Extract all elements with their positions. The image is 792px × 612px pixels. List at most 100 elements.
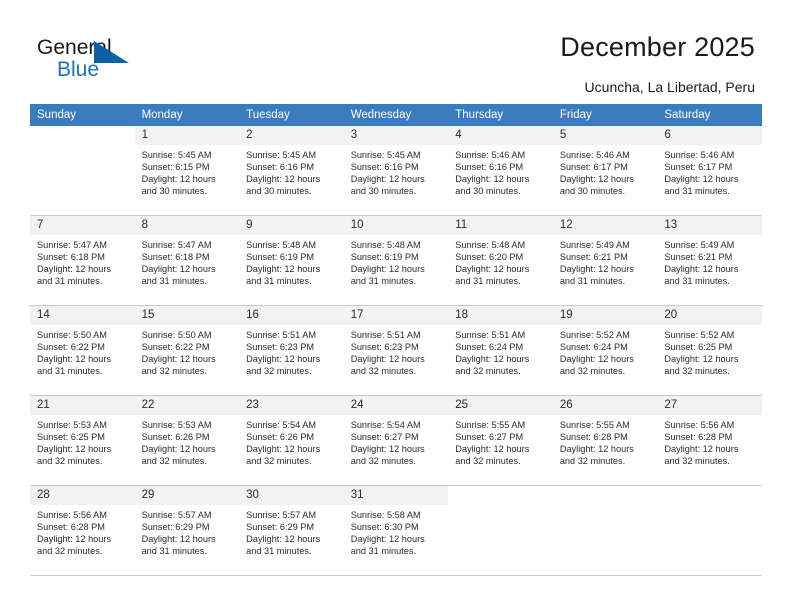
day-cell[interactable]: 11 Sunrise: 5:48 AM Sunset: 6:20 PM Dayl… (448, 215, 553, 306)
day-cell[interactable]: 28 Sunrise: 5:56 AM Sunset: 6:28 PM Dayl… (30, 485, 135, 576)
sunset-text: Sunset: 6:26 PM (246, 432, 315, 443)
daylight-text-line2: and 32 minutes. (664, 456, 730, 467)
day-number: 19 (552, 306, 658, 325)
day-number: 9 (239, 216, 344, 235)
sunrise-text: Sunrise: 5:51 AM (246, 330, 317, 340)
sunrise-text: Sunrise: 5:48 AM (350, 240, 421, 250)
daylight-text-line2: and 32 minutes. (246, 456, 312, 467)
day-cell[interactable]: 26 Sunrise: 5:55 AM Sunset: 6:28 PM Dayl… (552, 395, 658, 486)
daylight-text-line1: Daylight: 12 hours (141, 264, 216, 275)
sunrise-text: Sunrise: 5:48 AM (246, 240, 317, 250)
weekday-header-monday: Monday (134, 104, 240, 126)
day-number: 28 (30, 486, 135, 505)
daylight-text-line1: Daylight: 12 hours (664, 444, 739, 455)
daylight-text-line2: and 31 minutes. (246, 546, 312, 557)
weekday-header-row: Sunday Monday Tuesday Wednesday Thursday… (30, 104, 762, 126)
day-cell[interactable]: 3 Sunrise: 5:45 AM Sunset: 6:16 PM Dayli… (343, 126, 449, 216)
day-cell[interactable] (448, 485, 553, 576)
daylight-text-line1: Daylight: 12 hours (455, 444, 530, 455)
daylight-text-line2: and 31 minutes. (350, 276, 417, 287)
day-number (30, 126, 135, 145)
day-cell[interactable]: 12 Sunrise: 5:49 AM Sunset: 6:21 PM Dayl… (552, 215, 658, 306)
daylight-text-line2: and 32 minutes. (559, 366, 626, 377)
sunset-text: Sunset: 6:19 PM (350, 252, 419, 263)
day-number: 17 (343, 306, 449, 325)
day-cell[interactable]: 16 Sunrise: 5:51 AM Sunset: 6:23 PM Dayl… (239, 305, 344, 396)
day-cell[interactable]: 9 Sunrise: 5:48 AM Sunset: 6:19 PM Dayli… (239, 215, 344, 306)
day-cell[interactable]: 29 Sunrise: 5:57 AM Sunset: 6:29 PM Dayl… (134, 485, 240, 576)
sunrise-text: Sunrise: 5:57 AM (246, 510, 317, 520)
day-number: 21 (30, 396, 135, 415)
daylight-text-line1: Daylight: 12 hours (559, 174, 634, 185)
sunrise-text: Sunrise: 5:55 AM (455, 420, 526, 430)
day-cell[interactable]: 20 Sunrise: 5:52 AM Sunset: 6:25 PM Dayl… (657, 305, 762, 396)
day-cell[interactable]: 1 Sunrise: 5:45 AM Sunset: 6:15 PM Dayli… (134, 126, 240, 216)
day-cell[interactable] (30, 126, 135, 216)
sunrise-text: Sunrise: 5:53 AM (37, 420, 107, 430)
day-number: 29 (134, 486, 240, 505)
day-cell[interactable]: 21 Sunrise: 5:53 AM Sunset: 6:25 PM Dayl… (30, 395, 135, 486)
day-cell[interactable]: 7 Sunrise: 5:47 AM Sunset: 6:18 PM Dayli… (30, 215, 135, 306)
sunset-text: Sunset: 6:17 PM (559, 162, 628, 173)
weekday-header-tuesday: Tuesday (239, 104, 344, 126)
daylight-text-line2: and 30 minutes. (559, 186, 626, 197)
sunset-text: Sunset: 6:18 PM (141, 252, 210, 263)
day-cell[interactable]: 30 Sunrise: 5:57 AM Sunset: 6:29 PM Dayl… (239, 485, 344, 576)
day-cell[interactable]: 6 Sunrise: 5:46 AM Sunset: 6:17 PM Dayli… (657, 126, 762, 216)
location-subtitle: Ucuncha, La Libertad, Peru (584, 79, 755, 95)
daylight-text-line2: and 32 minutes. (37, 546, 103, 557)
daylight-text-line1: Daylight: 12 hours (246, 444, 321, 455)
daylight-text-line1: Daylight: 12 hours (37, 444, 112, 455)
day-cell[interactable]: 5 Sunrise: 5:46 AM Sunset: 6:17 PM Dayli… (552, 126, 658, 216)
sunrise-text: Sunrise: 5:56 AM (664, 420, 735, 430)
daylight-text-line1: Daylight: 12 hours (559, 354, 634, 365)
day-cell[interactable]: 31 Sunrise: 5:58 AM Sunset: 6:30 PM Dayl… (343, 485, 449, 576)
day-cell[interactable]: 25 Sunrise: 5:55 AM Sunset: 6:27 PM Dayl… (448, 395, 553, 486)
day-cell[interactable] (552, 485, 658, 576)
daylight-text-line1: Daylight: 12 hours (37, 534, 112, 545)
day-cell[interactable]: 4 Sunrise: 5:46 AM Sunset: 6:16 PM Dayli… (448, 126, 553, 216)
daylight-text-line2: and 31 minutes. (664, 186, 730, 197)
sunset-text: Sunset: 6:16 PM (350, 162, 419, 173)
general-blue-logo[interactable]: General Blue (37, 36, 157, 84)
daylight-text-line2: and 32 minutes. (455, 366, 521, 377)
daylight-text-line1: Daylight: 12 hours (350, 534, 425, 545)
sunrise-text: Sunrise: 5:58 AM (350, 510, 421, 520)
day-cell[interactable]: 2 Sunrise: 5:45 AM Sunset: 6:16 PM Dayli… (239, 126, 344, 216)
day-cell[interactable]: 18 Sunrise: 5:51 AM Sunset: 6:24 PM Dayl… (448, 305, 553, 396)
daylight-text-line1: Daylight: 12 hours (141, 174, 216, 185)
weekday-header-friday: Friday (552, 104, 658, 126)
day-number: 6 (657, 126, 762, 145)
calendar-week-row: 21 Sunrise: 5:53 AM Sunset: 6:25 PM Dayl… (30, 395, 762, 486)
day-cell[interactable]: 27 Sunrise: 5:56 AM Sunset: 6:28 PM Dayl… (657, 395, 762, 486)
day-cell[interactable]: 14 Sunrise: 5:50 AM Sunset: 6:22 PM Dayl… (30, 305, 135, 396)
day-number: 22 (134, 396, 240, 415)
sunset-text: Sunset: 6:24 PM (559, 342, 628, 353)
day-cell[interactable]: 19 Sunrise: 5:52 AM Sunset: 6:24 PM Dayl… (552, 305, 658, 396)
calendar-week-row: 1 Sunrise: 5:45 AM Sunset: 6:15 PM Dayli… (30, 126, 762, 216)
day-number (448, 486, 553, 505)
day-cell[interactable]: 8 Sunrise: 5:47 AM Sunset: 6:18 PM Dayli… (134, 215, 240, 306)
day-cell[interactable]: 13 Sunrise: 5:49 AM Sunset: 6:21 PM Dayl… (657, 215, 762, 306)
daylight-text-line1: Daylight: 12 hours (141, 354, 216, 365)
day-cell[interactable] (657, 485, 762, 576)
day-number: 18 (448, 306, 553, 325)
sunset-text: Sunset: 6:16 PM (246, 162, 315, 173)
day-number: 10 (343, 216, 449, 235)
sunrise-sunset-calendar: Sunday Monday Tuesday Wednesday Thursday… (30, 104, 762, 576)
sunrise-text: Sunrise: 5:48 AM (455, 240, 526, 250)
day-cell[interactable]: 22 Sunrise: 5:53 AM Sunset: 6:26 PM Dayl… (134, 395, 240, 486)
daylight-text-line2: and 31 minutes. (141, 276, 207, 287)
day-cell[interactable]: 17 Sunrise: 5:51 AM Sunset: 6:23 PM Dayl… (343, 305, 449, 396)
day-cell[interactable]: 10 Sunrise: 5:48 AM Sunset: 6:19 PM Dayl… (343, 215, 449, 306)
sunrise-text: Sunrise: 5:57 AM (141, 510, 212, 520)
day-cell[interactable]: 23 Sunrise: 5:54 AM Sunset: 6:26 PM Dayl… (239, 395, 344, 486)
daylight-text-line2: and 32 minutes. (455, 456, 521, 467)
sunrise-text: Sunrise: 5:49 AM (664, 240, 735, 250)
day-cell[interactable]: 15 Sunrise: 5:50 AM Sunset: 6:22 PM Dayl… (134, 305, 240, 396)
day-number: 4 (448, 126, 553, 145)
day-cell[interactable]: 24 Sunrise: 5:54 AM Sunset: 6:27 PM Dayl… (343, 395, 449, 486)
daylight-text-line2: and 32 minutes. (37, 456, 103, 467)
daylight-text-line2: and 32 minutes. (664, 366, 730, 377)
daylight-text-line2: and 30 minutes. (455, 186, 521, 197)
